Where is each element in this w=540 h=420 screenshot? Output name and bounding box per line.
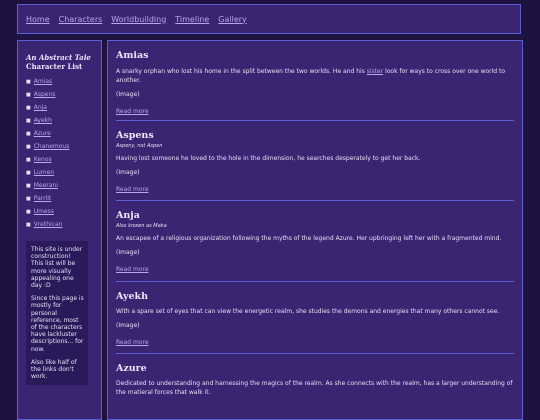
bullet-icon: ■ — [26, 222, 31, 228]
entry-description: With a spare set of eyes that can view t… — [116, 308, 500, 315]
entry-alias: Also known as Maka — [116, 223, 167, 229]
bullet-icon: ■ — [26, 118, 31, 124]
bullet-icon: ■ — [26, 144, 31, 150]
entry-name: Aspens — [116, 130, 154, 141]
character-link-vrethican[interactable]: Vrethican — [34, 222, 63, 228]
entry-name: Ayekh — [116, 291, 149, 302]
character-link-amias[interactable]: Amias — [34, 79, 52, 85]
notice-text: This site is under construction! This li… — [31, 246, 83, 290]
entry-description: An escapee of a religious organization f… — [116, 235, 502, 242]
nav-timeline-link[interactable]: Timeline — [175, 15, 209, 24]
sidebar-title: An Abstract Tale Character List — [26, 53, 101, 71]
nav-worldbuilding-link[interactable]: Worldbuilding — [111, 15, 166, 24]
sister-link[interactable]: sister — [367, 68, 383, 75]
character-link-meerani[interactable]: Meerani — [34, 183, 58, 189]
character-entry-amias: Amias A snarky orphan who lost his home … — [116, 41, 514, 121]
bullet-icon: ■ — [26, 131, 31, 137]
character-link-aspens[interactable]: Aspens — [34, 92, 56, 98]
nav-gallery-link[interactable]: Gallery — [218, 15, 247, 24]
bullet-icon: ■ — [26, 170, 31, 176]
character-link-parrlit[interactable]: Parrlit — [34, 196, 52, 202]
sidebar-title-story: An Abstract Tale — [26, 53, 91, 62]
bullet-icon: ■ — [26, 92, 31, 98]
read-more-link[interactable]: Read more — [116, 339, 149, 346]
character-link-umess[interactable]: Umess — [34, 209, 54, 215]
character-entries: Amias A snarky orphan who lost his home … — [107, 40, 523, 420]
character-link-chanemous[interactable]: Chanemous — [34, 144, 70, 150]
character-link-kenos[interactable]: Kenos — [34, 157, 52, 163]
construction-notice: This site is under construction! This li… — [26, 241, 88, 386]
top-navigation: Home Characters Worldbuilding Timeline G… — [17, 4, 521, 34]
entry-image-placeholder: (Image) — [116, 169, 140, 176]
sidebar-title-list: Character List — [26, 62, 83, 71]
read-more-link[interactable]: Read more — [116, 266, 149, 273]
entry-image-placeholder: (Image) — [116, 91, 140, 98]
character-entry-anja: Anja Also known as Maka An escapee of a … — [116, 201, 514, 282]
notice-text: Also like half of the links don't work. — [31, 358, 77, 381]
notice-text: Since this page is mostly for personal r… — [31, 295, 84, 353]
read-more-link[interactable]: Read more — [116, 186, 149, 193]
entry-alias: Aspeny, not Aspen — [116, 143, 163, 149]
read-more-link[interactable]: Read more — [116, 108, 149, 115]
entry-image-placeholder: (Image) — [116, 322, 140, 329]
entry-name: Azure — [116, 363, 147, 374]
bullet-icon: ■ — [26, 157, 31, 163]
entry-description: Dedicated to understanding and harnessin… — [116, 380, 513, 396]
character-link-azure[interactable]: Azure — [34, 131, 51, 137]
bullet-icon: ■ — [26, 196, 31, 202]
character-entry-azure: Azure Dedicated to understanding and har… — [116, 354, 514, 397]
bullet-icon: ■ — [26, 183, 31, 189]
entry-description: Having lost someone he loved to the hole… — [116, 155, 421, 162]
bullet-icon: ■ — [26, 209, 31, 215]
bullet-icon: ■ — [26, 105, 31, 111]
character-list: ■ Amias ■ Aspens ■ Anja ■ Ayekh ■ Azure ■ Chan… — [26, 79, 101, 235]
character-entry-ayekh: Ayekh With a spare set of eyes that can … — [116, 282, 514, 354]
entry-image-placeholder: (Image) — [116, 249, 140, 256]
character-link-ayekh[interactable]: Ayekh — [34, 118, 52, 124]
entry-name: Anja — [116, 210, 140, 221]
bullet-icon: ■ — [26, 79, 31, 85]
sidebar: An Abstract Tale Character List ■ Amias ■… — [17, 40, 102, 420]
entry-description: A snarky orphan who lost his home in the… — [116, 68, 506, 84]
character-entry-aspens: Aspens Aspeny, not Aspen Having lost som… — [116, 121, 514, 201]
nav-home-link[interactable]: Home — [26, 15, 50, 24]
character-link-lumen[interactable]: Lumen — [34, 170, 54, 176]
list-item: ■ Vrethican — [26, 222, 101, 235]
entry-name: Amias — [116, 50, 149, 61]
nav-characters-link[interactable]: Characters — [59, 15, 103, 24]
character-link-anja[interactable]: Anja — [34, 105, 47, 111]
